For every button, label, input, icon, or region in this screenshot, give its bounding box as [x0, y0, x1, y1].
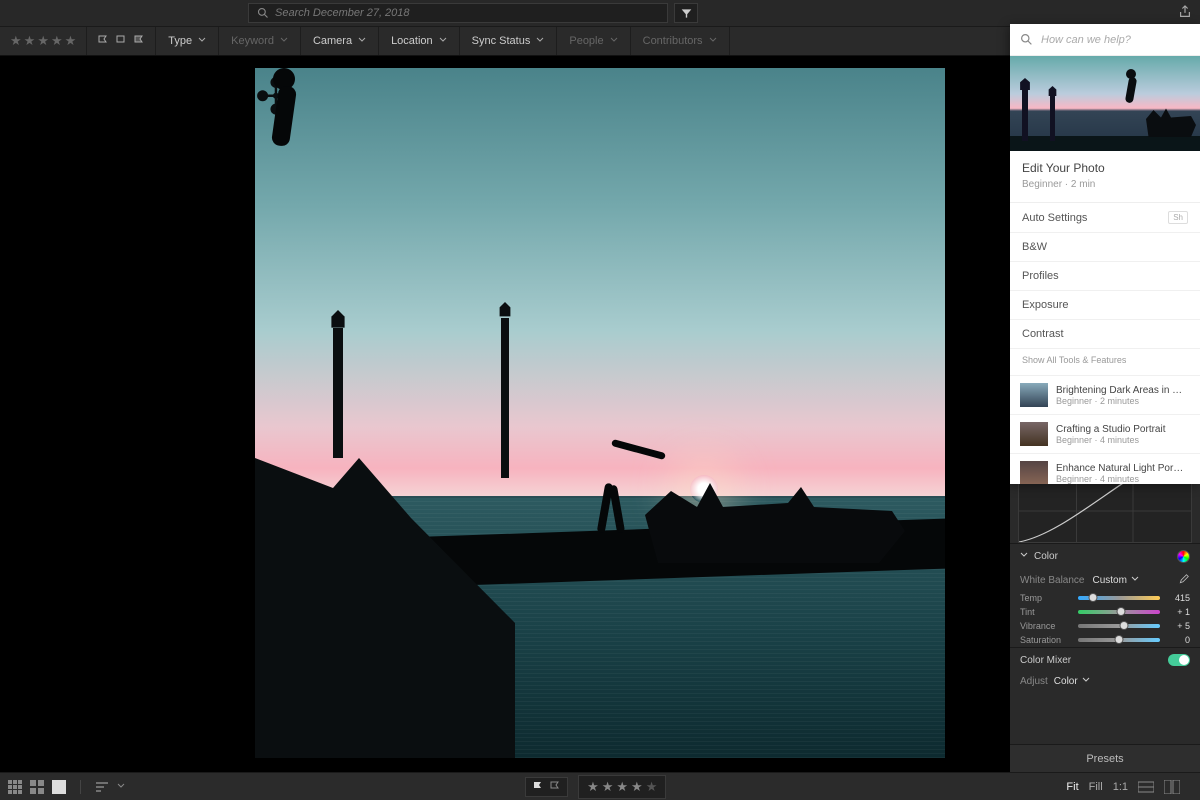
sort-icon[interactable] — [95, 780, 109, 794]
white-balance-label: White Balance — [1020, 575, 1084, 586]
chevron-down-icon — [536, 35, 544, 47]
white-balance-value[interactable]: Custom — [1092, 575, 1126, 586]
tutorial-row[interactable]: Brightening Dark Areas in Landscap… Begi… — [1010, 375, 1200, 414]
share-icon — [1178, 5, 1192, 19]
zoom-fill[interactable]: Fill — [1089, 781, 1103, 793]
search-placeholder: Search December 27, 2018 — [275, 7, 410, 19]
toggle-switch[interactable] — [1168, 654, 1190, 666]
search-filter-button[interactable] — [674, 3, 698, 23]
flag-filter[interactable] — [87, 27, 156, 55]
help-item-auto-settings[interactable]: Auto Settings Sh — [1010, 203, 1200, 233]
temp-slider[interactable]: Temp 415 — [1010, 591, 1200, 605]
tutorial-thumbnail — [1020, 422, 1048, 446]
filter-camera[interactable]: Camera — [301, 27, 379, 55]
help-hero-meta: Beginner · 2 min — [1010, 179, 1200, 202]
color-mixer-header[interactable]: Color Mixer — [1010, 647, 1200, 672]
star-icon: ★ — [587, 779, 599, 795]
color-section-header[interactable]: Color — [1010, 543, 1200, 569]
color-wheel-icon — [1177, 550, 1190, 563]
eyedropper-icon[interactable] — [1176, 573, 1190, 587]
zoom-1to1[interactable]: 1:1 — [1113, 781, 1128, 793]
rating-group[interactable]: ★ ★ ★ ★ ★ — [578, 775, 666, 799]
grid-large-icon[interactable] — [30, 780, 44, 794]
star-icon: ★ — [24, 33, 36, 49]
star-icon: ★ — [10, 33, 22, 49]
tutorial-row[interactable]: Crafting a Studio Portrait Beginner · 4 … — [1010, 414, 1200, 453]
star-icon: ★ — [65, 33, 77, 49]
flag-pick-icon — [97, 35, 109, 47]
color-mixer-adjust[interactable]: Adjust Color — [1010, 672, 1200, 691]
chevron-down-icon[interactable] — [117, 781, 125, 793]
filter-keyword[interactable]: Keyword — [219, 27, 301, 55]
help-search[interactable]: How can we help? — [1010, 24, 1200, 56]
help-hero-thumbnail[interactable] — [1010, 56, 1200, 151]
slider-knob[interactable] — [1088, 593, 1097, 602]
star-icon: ★ — [616, 779, 628, 795]
help-show-all[interactable]: Show All Tools & Features — [1010, 349, 1200, 375]
bottom-bar: ★ ★ ★ ★ ★ Fit Fill 1:1 — [0, 772, 1200, 800]
section-title: Color — [1034, 551, 1058, 562]
tint-slider[interactable]: Tint + 1 — [1010, 605, 1200, 619]
chevron-down-icon — [1020, 551, 1028, 562]
star-icon: ★ — [602, 779, 614, 795]
vibrance-slider[interactable]: Vibrance + 5 — [1010, 619, 1200, 633]
tutorial-row[interactable]: Enhance Natural Light Portrait by I… Beg… — [1010, 453, 1200, 484]
tutorial-thumbnail — [1020, 383, 1048, 407]
help-tools-list: Auto Settings Sh B&W Profiles Exposure C… — [1010, 202, 1200, 375]
zoom-group: Fit Fill 1:1 — [1066, 780, 1180, 794]
filter-sync-status[interactable]: Sync Status — [460, 27, 558, 55]
photo-preview[interactable] — [255, 68, 945, 758]
tutorial-thumbnail — [1020, 461, 1048, 484]
star-icon: ★ — [37, 33, 49, 49]
filter-people[interactable]: People — [557, 27, 630, 55]
filter-icon — [681, 8, 692, 19]
filter-location[interactable]: Location — [379, 27, 460, 55]
slider-knob[interactable] — [1115, 635, 1124, 644]
chevron-down-icon — [198, 35, 206, 47]
help-item-exposure[interactable]: Exposure — [1010, 291, 1200, 320]
chevron-down-icon — [358, 35, 366, 47]
star-icon: ★ — [631, 779, 643, 795]
filmstrip-icon[interactable] — [1138, 780, 1154, 794]
slider-knob[interactable] — [1116, 607, 1125, 616]
share-button[interactable] — [1178, 5, 1192, 22]
search-icon — [257, 7, 269, 19]
chevron-down-icon — [610, 35, 618, 47]
chevron-down-icon — [439, 35, 447, 47]
chevron-down-icon — [709, 35, 717, 47]
flag-unflagged-icon — [115, 35, 127, 47]
chevron-down-icon — [1082, 676, 1090, 687]
search-icon — [1020, 33, 1033, 46]
help-item-bw[interactable]: B&W — [1010, 233, 1200, 262]
star-icon: ★ — [51, 33, 63, 49]
help-item-contrast[interactable]: Contrast — [1010, 320, 1200, 349]
flag-pick-icon — [532, 781, 544, 793]
chevron-down-icon — [1131, 575, 1139, 586]
filter-type[interactable]: Type — [156, 27, 219, 55]
saturation-slider[interactable]: Saturation 0 — [1010, 633, 1200, 647]
star-icon: ★ — [646, 779, 658, 795]
before-after-icon[interactable] — [1164, 780, 1180, 794]
white-balance-row: White Balance Custom — [1010, 569, 1200, 591]
grid-small-icon[interactable] — [8, 780, 22, 794]
presets-button[interactable]: Presets — [1010, 744, 1200, 772]
slider-knob[interactable] — [1119, 621, 1128, 630]
global-search-input[interactable]: Search December 27, 2018 — [248, 3, 668, 23]
filter-contributors[interactable]: Contributors — [631, 27, 730, 55]
single-view-icon[interactable] — [52, 780, 66, 794]
help-hero-title: Edit Your Photo — [1010, 151, 1200, 179]
chevron-down-icon — [280, 35, 288, 47]
help-item-profiles[interactable]: Profiles — [1010, 262, 1200, 291]
flag-toggle-group[interactable] — [525, 777, 568, 797]
rating-filter[interactable]: ★ ★ ★ ★ ★ — [0, 27, 87, 55]
help-panel: How can we help? Edit Your Photo Beginne… — [1010, 24, 1200, 484]
top-bar: Search December 27, 2018 — [0, 0, 1200, 26]
flag-reject-icon — [549, 781, 561, 793]
help-search-placeholder: How can we help? — [1041, 34, 1131, 46]
flag-reject-icon — [133, 35, 145, 47]
zoom-fit[interactable]: Fit — [1066, 781, 1078, 793]
